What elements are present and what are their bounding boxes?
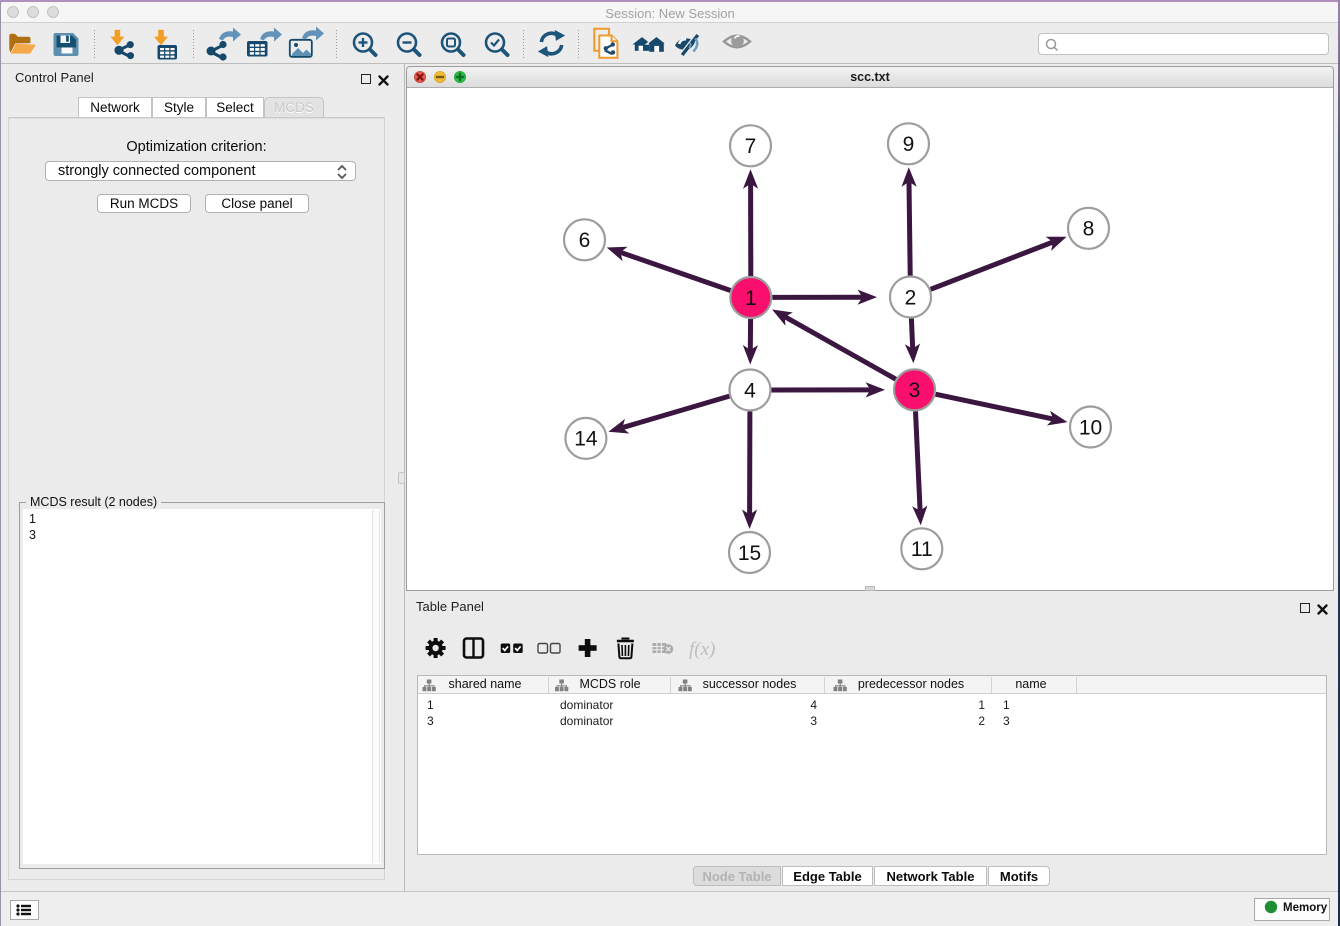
svg-text:1: 1	[745, 287, 757, 310]
svg-text:10: 10	[1079, 416, 1102, 439]
svg-text:f(x): f(x)	[689, 639, 715, 660]
svg-text:14: 14	[574, 428, 598, 451]
svg-text:4: 4	[744, 379, 756, 402]
svg-text:2: 2	[905, 286, 917, 309]
svg-text:8: 8	[1083, 218, 1095, 241]
svg-text:7: 7	[745, 135, 757, 158]
svg-text:9: 9	[903, 133, 915, 156]
svg-text:11: 11	[911, 538, 933, 561]
svg-text:15: 15	[738, 542, 761, 565]
svg-text:3: 3	[909, 379, 921, 402]
svg-text:6: 6	[579, 229, 591, 252]
